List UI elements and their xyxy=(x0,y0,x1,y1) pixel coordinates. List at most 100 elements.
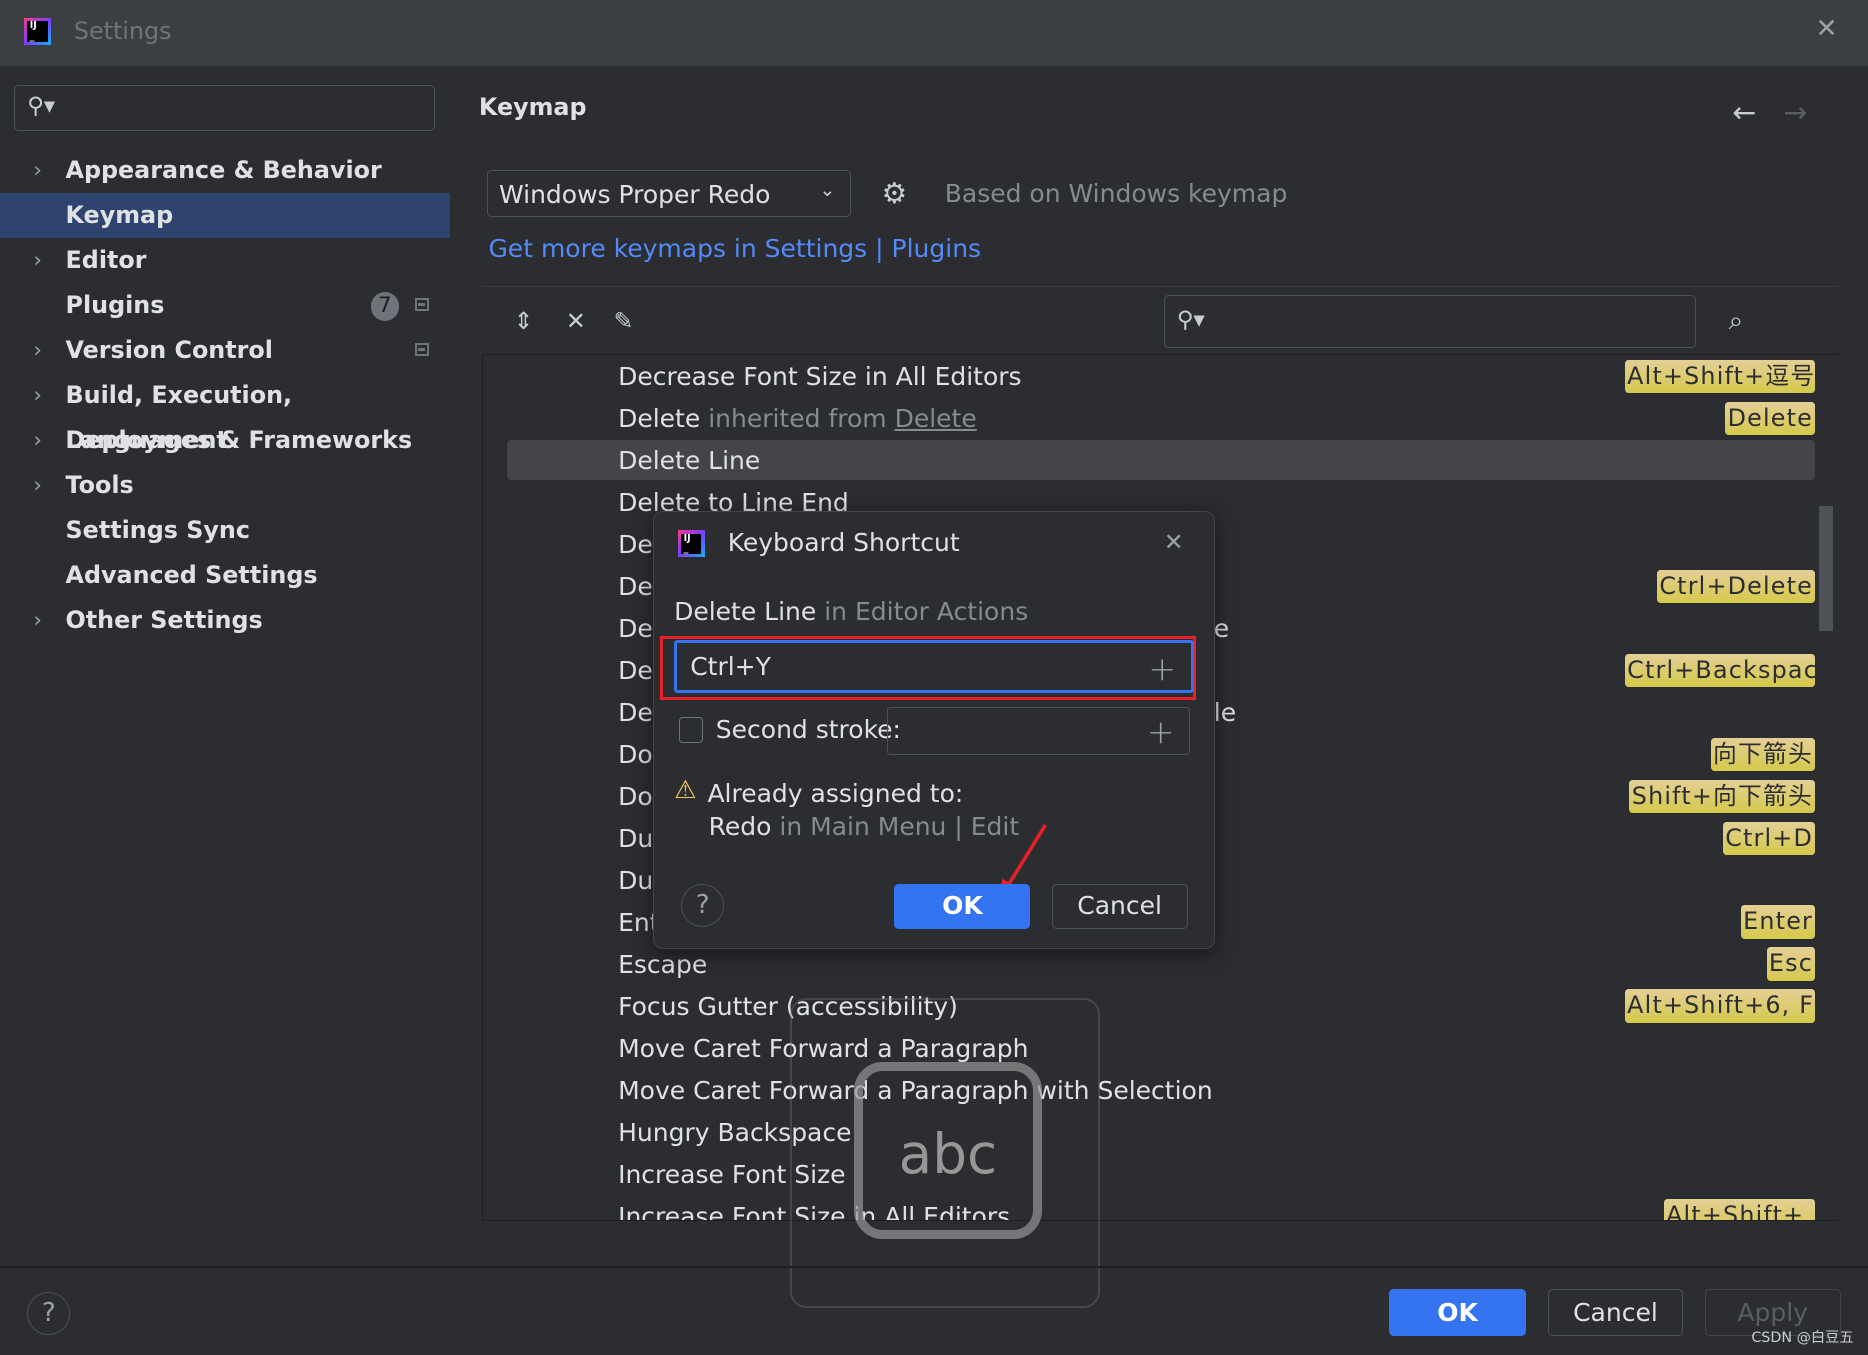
sidebar-item-languages-frameworks[interactable]: › Languages & Frameworks xyxy=(0,418,450,463)
keymap-select[interactable]: Windows Proper Redo ⌄ xyxy=(487,170,851,217)
conflict-action: Redo xyxy=(708,812,772,842)
action-label: Delete xyxy=(618,403,701,433)
find-by-shortcut-icon[interactable]: ⌕ xyxy=(1729,306,1744,337)
second-stroke-checkbox[interactable] xyxy=(678,716,703,744)
action-label: Escape xyxy=(618,949,708,979)
action-search-input[interactable]: ⚲▾ xyxy=(1163,295,1697,348)
action-name: Du xyxy=(618,824,653,853)
inherited-label: inherited from xyxy=(700,403,895,433)
shortcut-badge: Ctrl+Backspace xyxy=(1624,653,1816,687)
collapse-all-icon[interactable]: ✕ xyxy=(566,307,586,335)
sidebar-item-plugins[interactable]: Plugins 7 xyxy=(0,283,450,328)
chevron-right-icon[interactable]: › xyxy=(33,373,42,418)
ime-indicator: abc xyxy=(789,998,1100,1309)
shortcut-badge: 向下箭头 xyxy=(1710,737,1816,771)
action-description: Delete Line in Editor Actions xyxy=(674,597,1028,626)
help-button[interactable]: ? xyxy=(27,1292,71,1336)
table-row[interactable]: Delete Line xyxy=(483,439,1817,482)
keyboard-shortcut-dialog: IJ _ Keyboard Shortcut ✕ Delete Line in E… xyxy=(652,511,1216,950)
sidebar-item-version-control[interactable]: › Version Control xyxy=(0,328,450,373)
first-stroke-value: Ctrl+Y xyxy=(690,652,771,682)
action-label: Du xyxy=(618,823,654,853)
intellij-logo-icon: IJ _ xyxy=(677,529,706,558)
action-label: Do xyxy=(618,739,653,769)
sidebar-item-build-execution-deployment[interactable]: › Build, Execution, Deployment xyxy=(0,373,450,454)
sidebar-item-settings-sync[interactable]: Settings Sync xyxy=(0,508,450,553)
project-level-icon xyxy=(414,298,429,312)
back-arrow-icon[interactable]: ← xyxy=(1732,95,1756,129)
settings-search-input[interactable]: ⚲▾ xyxy=(14,84,435,132)
table-row[interactable]: Increase Font Size xyxy=(483,1154,1817,1196)
chevron-right-icon[interactable]: › xyxy=(33,238,42,283)
second-stroke-input[interactable]: + xyxy=(887,707,1190,756)
chevron-right-icon[interactable]: › xyxy=(33,148,42,193)
sidebar-item-advanced-settings[interactable]: Advanced Settings xyxy=(0,553,450,598)
dialog-ok-button[interactable]: OK xyxy=(894,883,1031,930)
sidebar-item-tools[interactable]: › Tools xyxy=(0,463,450,508)
shortcut-badge: Ctrl+Delete xyxy=(1656,569,1816,603)
chevron-down-icon: ⌄ xyxy=(819,178,836,201)
shortcut-badge: Alt+Shift+逗号 xyxy=(1624,359,1816,393)
dialog-cancel-button[interactable]: Cancel xyxy=(1051,883,1188,930)
first-stroke-input[interactable]: Ctrl+Y + xyxy=(674,639,1194,694)
action-name: Do xyxy=(618,782,653,811)
table-row[interactable]: Focus Gutter (accessibility) Alt+Shift+6,… xyxy=(483,986,1817,1028)
sidebar-item-editor[interactable]: › Editor xyxy=(0,238,450,283)
table-row[interactable]: Hungry Backspace xyxy=(483,1112,1817,1154)
action-label: Du xyxy=(618,865,654,895)
conflict-context: in Main Menu | Edit xyxy=(771,812,1020,842)
warning-icon: ⚠ xyxy=(674,775,697,805)
inherited-link[interactable]: Delete xyxy=(895,404,977,433)
divider xyxy=(482,285,1839,288)
chevron-right-icon[interactable]: › xyxy=(33,463,42,508)
watermark: CSDN @白豆五 xyxy=(1751,1330,1854,1347)
sidebar-item-keymap[interactable]: Keymap xyxy=(0,192,451,239)
project-level-icon xyxy=(414,343,429,357)
shortcut-badge: Enter xyxy=(1740,905,1816,939)
chevron-right-icon[interactable]: › xyxy=(33,328,42,373)
intellij-logo-icon: IJ _ xyxy=(23,17,52,46)
table-row[interactable]: Move Caret Forward a Paragraph xyxy=(483,1028,1817,1070)
table-row[interactable]: Increase Font Size in All Editors Alt+Shi… xyxy=(483,1196,1817,1221)
table-row[interactable]: Delete inherited from Delete Delete xyxy=(483,398,1817,440)
scrollbar[interactable] xyxy=(1819,506,1834,632)
based-on-label: Based on Windows keymap xyxy=(944,178,1288,208)
sidebar-item-label: Languages & Frameworks xyxy=(65,425,413,454)
action-label-tail: le xyxy=(1213,697,1237,727)
gear-icon[interactable]: ⚙ xyxy=(882,176,908,210)
shortcut-badge: Alt+Shift+. xyxy=(1663,1199,1816,1221)
forward-arrow-icon[interactable]: → xyxy=(1783,95,1807,129)
sidebar-item-label: Version Control xyxy=(65,335,273,364)
sidebar-item-other-settings[interactable]: › Other Settings xyxy=(0,598,450,643)
action-context: in Editor Actions xyxy=(816,596,1029,626)
sidebar-item-appearance-behavior[interactable]: › Appearance & Behavior xyxy=(0,148,450,193)
get-more-keymaps-link[interactable]: Get more keymaps in Settings | Plugins xyxy=(488,234,981,263)
close-icon[interactable]: ✕ xyxy=(1164,528,1184,556)
shortcut-badge: Esc xyxy=(1766,947,1816,981)
close-icon[interactable]: ✕ xyxy=(1816,14,1838,44)
sidebar-item-label: Other Settings xyxy=(65,606,263,635)
dialog-title: Keyboard Shortcut xyxy=(727,527,960,557)
action-name: Decrease Font Size in All Editors xyxy=(618,362,1022,391)
expand-all-icon[interactable]: ⇕ xyxy=(513,307,533,335)
ok-button[interactable]: OK xyxy=(1389,1288,1527,1337)
plus-icon[interactable]: + xyxy=(1148,649,1176,688)
search-icon: ⚲▾ xyxy=(27,92,56,119)
cancel-button[interactable]: Cancel xyxy=(1547,1288,1684,1337)
sidebar-item-label: Settings Sync xyxy=(65,515,250,544)
sidebar-item-label: Keymap xyxy=(65,200,174,229)
table-row[interactable]: Escape Esc xyxy=(483,944,1817,986)
shortcut-badge: Delete xyxy=(1725,401,1816,435)
help-button[interactable]: ? xyxy=(681,883,725,927)
chevron-right-icon[interactable]: › xyxy=(33,418,42,463)
edit-pencil-icon[interactable]: ✎ xyxy=(614,307,634,335)
conflict-info: Redo in Main Menu | Edit xyxy=(709,812,1019,841)
table-row[interactable]: Decrease Font Size in All Editors Alt+Shi… xyxy=(483,356,1817,398)
title-bar: IJ _ Settings ✕ xyxy=(0,0,1868,66)
table-row[interactable]: Move Caret Forward a Paragraph with Sele… xyxy=(483,1070,1817,1112)
action-label: Decrease Font Size in All Editors xyxy=(618,361,1022,391)
chevron-right-icon[interactable]: › xyxy=(33,598,42,643)
sidebar-item-label: Appearance & Behavior xyxy=(65,155,382,184)
sidebar-item-label: Plugins xyxy=(65,290,165,319)
plus-icon[interactable]: + xyxy=(1147,712,1175,751)
